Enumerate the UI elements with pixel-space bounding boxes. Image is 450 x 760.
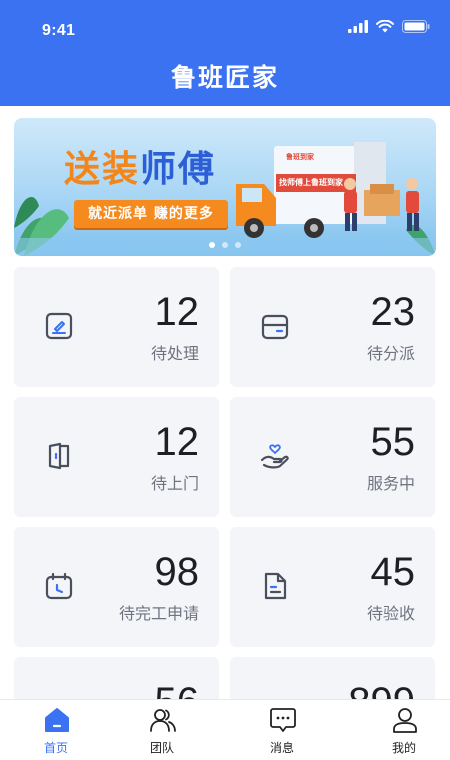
tab-messages[interactable]: 消息 bbox=[226, 700, 338, 760]
carousel-dot[interactable] bbox=[235, 242, 241, 248]
stat-value: 45 bbox=[370, 550, 416, 594]
stat-card-pending[interactable]: 12 待处理 bbox=[14, 267, 219, 387]
profile-icon bbox=[393, 708, 417, 733]
hand-heart-icon bbox=[260, 444, 289, 469]
stat-card-completion-request[interactable]: 98 待完工申请 bbox=[14, 527, 219, 647]
carousel-dot[interactable] bbox=[209, 242, 215, 248]
stat-card-to-accept[interactable]: 45 待验收 bbox=[230, 527, 435, 647]
tab-label: 我的 bbox=[391, 741, 416, 755]
bottom-tab-bar: 首页 团队 消息 我的 bbox=[0, 699, 450, 760]
carousel-indicator[interactable] bbox=[14, 242, 436, 248]
door-icon bbox=[48, 442, 70, 470]
truck-slogan: 找师傅上鲁班到家 bbox=[279, 178, 343, 187]
tab-label: 团队 bbox=[149, 741, 174, 755]
stat-card-to-visit[interactable]: 12 待上门 bbox=[14, 397, 219, 517]
promo-banner[interactable]: 送装师傅 就近派单 赚的更多 鲁班到家 找师傅上鲁班到家 bbox=[14, 118, 436, 256]
stat-label: 待上门 bbox=[150, 474, 199, 493]
status-bar: 9:41 bbox=[0, 0, 450, 56]
status-time: 9:41 bbox=[42, 22, 76, 39]
stat-label: 待验收 bbox=[366, 604, 415, 623]
battery-icon bbox=[402, 20, 430, 33]
carousel-dot[interactable] bbox=[222, 242, 228, 248]
stat-card-in-service[interactable]: 55 服务中 bbox=[230, 397, 435, 517]
signal-icon bbox=[348, 20, 368, 33]
edit-square-icon bbox=[45, 312, 73, 340]
app-title: 鲁班匠家 bbox=[170, 63, 279, 92]
truck-brand: 鲁班到家 bbox=[286, 153, 314, 161]
stat-value: 23 bbox=[370, 290, 416, 334]
tab-home[interactable]: 首页 bbox=[0, 700, 112, 760]
stat-label: 待完工申请 bbox=[118, 604, 199, 623]
stat-value: 12 bbox=[154, 290, 200, 334]
home-icon bbox=[45, 708, 69, 732]
tab-label: 首页 bbox=[43, 741, 68, 755]
document-icon bbox=[264, 572, 287, 600]
stat-label: 服务中 bbox=[366, 474, 415, 493]
stat-value: 12 bbox=[154, 420, 200, 464]
team-icon bbox=[150, 709, 176, 732]
inbox-tray-icon bbox=[261, 314, 289, 340]
banner-ribbon: 就近派单 赚的更多 bbox=[74, 200, 228, 228]
tab-profile[interactable]: 我的 bbox=[348, 700, 450, 760]
banner-headline-part1: 送装 bbox=[64, 149, 141, 190]
stat-card-to-assign[interactable]: 23 待分派 bbox=[230, 267, 435, 387]
wifi-icon bbox=[376, 20, 394, 33]
stat-label: 待分派 bbox=[366, 344, 415, 363]
app-header: 9:41 鲁班匠家 bbox=[0, 0, 450, 106]
status-icons bbox=[348, 20, 430, 33]
stat-value: 55 bbox=[370, 420, 416, 464]
banner-headline: 送装师傅 bbox=[64, 140, 216, 192]
calendar-clock-icon bbox=[45, 572, 73, 600]
message-icon bbox=[270, 708, 296, 732]
stat-label: 待处理 bbox=[150, 344, 199, 363]
tab-label: 消息 bbox=[269, 741, 294, 755]
banner-headline-part2: 师傅 bbox=[140, 149, 217, 190]
stat-value: 98 bbox=[154, 550, 200, 594]
tab-team[interactable]: 团队 bbox=[106, 700, 218, 760]
